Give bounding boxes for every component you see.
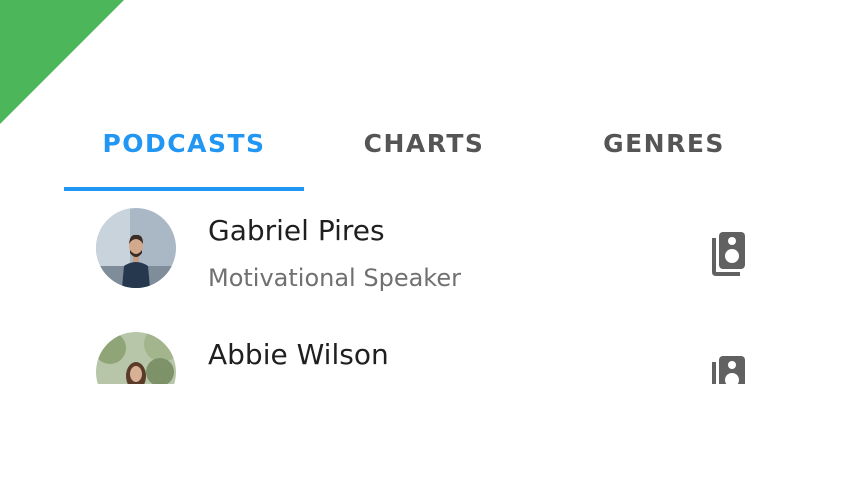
avatar [96, 332, 176, 384]
tab-bar: PODCASTS CHARTS GENRES [64, 120, 784, 192]
active-tab-indicator [64, 187, 304, 191]
speaker-library-icon[interactable] [710, 232, 746, 276]
avatar [96, 208, 176, 288]
podcast-name: Abbie Wilson [208, 338, 389, 371]
speaker-library-icon[interactable] [710, 356, 746, 384]
tab-charts[interactable]: CHARTS [304, 120, 544, 192]
list-item[interactable]: Gabriel Pires Motivational Speaker [0, 192, 848, 316]
podcast-name: Gabriel Pires [208, 214, 385, 247]
podcast-subtitle: Motivational Speaker [208, 264, 461, 292]
tab-genres[interactable]: GENRES [544, 120, 784, 192]
list-item[interactable]: Abbie Wilson [0, 316, 848, 384]
podcast-list: Gabriel Pires Motivational Speaker Abbie… [0, 192, 848, 384]
corner-ribbon [0, 0, 124, 124]
tab-podcasts[interactable]: PODCASTS [64, 120, 304, 192]
